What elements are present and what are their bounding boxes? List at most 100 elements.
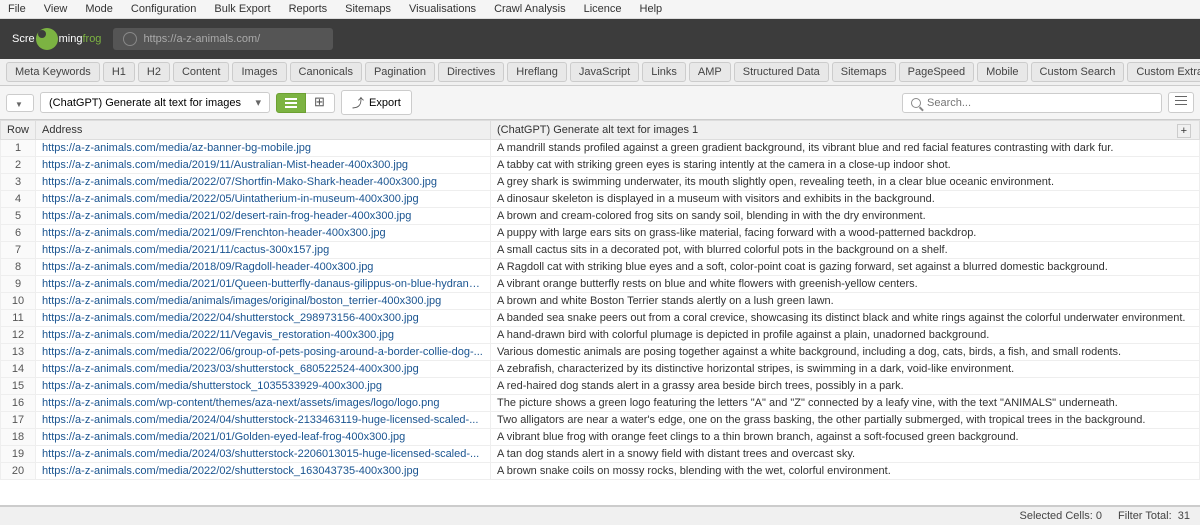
cell-address[interactable]: https://a-z-animals.com/media/2018/09/Ra… <box>36 259 491 276</box>
cell-address[interactable]: https://a-z-animals.com/media/2022/07/Sh… <box>36 174 491 191</box>
cell-alt[interactable]: A tan dog stands alert in a snowy field … <box>491 446 1200 463</box>
table-row[interactable]: 7https://a-z-animals.com/media/2021/11/c… <box>1 242 1200 259</box>
filter-button[interactable] <box>6 94 34 112</box>
table-row[interactable]: 1https://a-z-animals.com/media/az-banner… <box>1 140 1200 157</box>
table-row[interactable]: 16https://a-z-animals.com/wp-content/the… <box>1 395 1200 412</box>
cell-address[interactable]: https://a-z-animals.com/media/2019/11/Au… <box>36 157 491 174</box>
tab-javascript[interactable]: JavaScript <box>570 62 639 82</box>
cell-address[interactable]: https://a-z-animals.com/media/2022/04/sh… <box>36 310 491 327</box>
cell-address[interactable]: https://a-z-animals.com/media/az-banner-… <box>36 140 491 157</box>
table-row[interactable]: 4https://a-z-animals.com/media/2022/05/U… <box>1 191 1200 208</box>
cell-alt[interactable]: A puppy with large ears sits on grass-li… <box>491 225 1200 242</box>
table-row[interactable]: 17https://a-z-animals.com/media/2024/04/… <box>1 412 1200 429</box>
col-address[interactable]: Address <box>36 121 491 140</box>
cell-address[interactable]: https://a-z-animals.com/media/2021/01/Qu… <box>36 276 491 293</box>
tab-pagespeed[interactable]: PageSpeed <box>899 62 975 82</box>
col-row[interactable]: Row <box>1 121 36 140</box>
tab-structured-data[interactable]: Structured Data <box>734 62 829 82</box>
tab-hreflang[interactable]: Hreflang <box>507 62 567 82</box>
cell-address[interactable]: https://a-z-animals.com/media/2022/11/Ve… <box>36 327 491 344</box>
cell-address[interactable]: https://a-z-animals.com/media/2021/11/ca… <box>36 242 491 259</box>
table-row[interactable]: 2https://a-z-animals.com/media/2019/11/A… <box>1 157 1200 174</box>
table-row[interactable]: 6https://a-z-animals.com/media/2021/09/F… <box>1 225 1200 242</box>
tab-h2[interactable]: H2 <box>138 62 170 82</box>
table-container[interactable]: Row Address (ChatGPT) Generate alt text … <box>0 120 1200 506</box>
list-view-button[interactable] <box>276 93 306 113</box>
cell-address[interactable]: https://a-z-animals.com/media/2021/01/Go… <box>36 429 491 446</box>
cell-alt[interactable]: Two alligators are near a water's edge, … <box>491 412 1200 429</box>
cell-address[interactable]: https://a-z-animals.com/media/animals/im… <box>36 293 491 310</box>
cell-alt[interactable]: A brown snake coils on mossy rocks, blen… <box>491 463 1200 480</box>
cell-address[interactable]: https://a-z-animals.com/media/2022/05/Ui… <box>36 191 491 208</box>
tab-sitemaps[interactable]: Sitemaps <box>832 62 896 82</box>
table-row[interactable]: 12https://a-z-animals.com/media/2022/11/… <box>1 327 1200 344</box>
menu-mode[interactable]: Mode <box>85 3 113 15</box>
cell-alt[interactable]: The picture shows a green logo featuring… <box>491 395 1200 412</box>
cell-alt[interactable]: A vibrant blue frog with orange feet cli… <box>491 429 1200 446</box>
cell-alt[interactable]: A mandrill stands profiled against a gre… <box>491 140 1200 157</box>
cell-alt[interactable]: A red-haired dog stands alert in a grass… <box>491 378 1200 395</box>
table-row[interactable]: 8https://a-z-animals.com/media/2018/09/R… <box>1 259 1200 276</box>
search-input[interactable] <box>927 97 1153 109</box>
cell-alt[interactable]: A vibrant orange butterfly rests on blue… <box>491 276 1200 293</box>
table-row[interactable]: 15https://a-z-animals.com/media/shutters… <box>1 378 1200 395</box>
search-settings-button[interactable] <box>1168 92 1194 113</box>
cell-address[interactable]: https://a-z-animals.com/media/2022/02/sh… <box>36 463 491 480</box>
add-column-button[interactable]: + <box>1177 124 1191 138</box>
tab-canonicals[interactable]: Canonicals <box>290 62 362 82</box>
url-bar[interactable]: https://a-z-animals.com/ <box>113 28 333 50</box>
table-row[interactable]: 13https://a-z-animals.com/media/2022/06/… <box>1 344 1200 361</box>
search-box[interactable] <box>902 93 1162 113</box>
table-row[interactable]: 10https://a-z-animals.com/media/animals/… <box>1 293 1200 310</box>
tab-images[interactable]: Images <box>232 62 286 82</box>
cell-address[interactable]: https://a-z-animals.com/media/2023/03/sh… <box>36 361 491 378</box>
menu-sitemaps[interactable]: Sitemaps <box>345 3 391 15</box>
cell-alt[interactable]: Various domestic animals are posing toge… <box>491 344 1200 361</box>
tab-links[interactable]: Links <box>642 62 686 82</box>
cell-address[interactable]: https://a-z-animals.com/wp-content/theme… <box>36 395 491 412</box>
tab-meta-keywords[interactable]: Meta Keywords <box>6 62 100 82</box>
menu-crawl-analysis[interactable]: Crawl Analysis <box>494 3 566 15</box>
tree-view-button[interactable] <box>306 93 335 113</box>
tab-pagination[interactable]: Pagination <box>365 62 435 82</box>
menu-bulk-export[interactable]: Bulk Export <box>214 3 270 15</box>
cell-alt[interactable]: A tabby cat with striking green eyes is … <box>491 157 1200 174</box>
cell-address[interactable]: https://a-z-animals.com/media/shuttersto… <box>36 378 491 395</box>
cell-alt[interactable]: A grey shark is swimming underwater, its… <box>491 174 1200 191</box>
table-row[interactable]: 11https://a-z-animals.com/media/2022/04/… <box>1 310 1200 327</box>
cell-alt[interactable]: A Ragdoll cat with striking blue eyes an… <box>491 259 1200 276</box>
cell-address[interactable]: https://a-z-animals.com/media/2022/06/gr… <box>36 344 491 361</box>
cell-alt[interactable]: A brown and white Boston Terrier stands … <box>491 293 1200 310</box>
table-row[interactable]: 19https://a-z-animals.com/media/2024/03/… <box>1 446 1200 463</box>
cell-address[interactable]: https://a-z-animals.com/media/2024/03/sh… <box>36 446 491 463</box>
menu-reports[interactable]: Reports <box>289 3 328 15</box>
tab-amp[interactable]: AMP <box>689 62 731 82</box>
table-row[interactable]: 9https://a-z-animals.com/media/2021/01/Q… <box>1 276 1200 293</box>
cell-address[interactable]: https://a-z-animals.com/media/2021/09/Fr… <box>36 225 491 242</box>
menu-file[interactable]: File <box>8 3 26 15</box>
menu-configuration[interactable]: Configuration <box>131 3 196 15</box>
tab-content[interactable]: Content <box>173 62 230 82</box>
menu-visualisations[interactable]: Visualisations <box>409 3 476 15</box>
cell-address[interactable]: https://a-z-animals.com/media/2024/04/sh… <box>36 412 491 429</box>
cell-address[interactable]: https://a-z-animals.com/media/2021/02/de… <box>36 208 491 225</box>
export-button[interactable]: Export <box>341 90 412 115</box>
tab-custom-extraction[interactable]: Custom Extraction <box>1127 62 1200 82</box>
menu-help[interactable]: Help <box>640 3 663 15</box>
table-row[interactable]: 18https://a-z-animals.com/media/2021/01/… <box>1 429 1200 446</box>
menu-view[interactable]: View <box>44 3 68 15</box>
col-alt[interactable]: (ChatGPT) Generate alt text for images 1… <box>491 121 1200 140</box>
cell-alt[interactable]: A zebrafish, characterized by its distin… <box>491 361 1200 378</box>
cell-alt[interactable]: A hand-drawn bird with colorful plumage … <box>491 327 1200 344</box>
table-row[interactable]: 14https://a-z-animals.com/media/2023/03/… <box>1 361 1200 378</box>
tab-mobile[interactable]: Mobile <box>977 62 1027 82</box>
cell-alt[interactable]: A small cactus sits in a decorated pot, … <box>491 242 1200 259</box>
tab-custom-search[interactable]: Custom Search <box>1031 62 1125 82</box>
table-row[interactable]: 3https://a-z-animals.com/media/2022/07/S… <box>1 174 1200 191</box>
filter-combo[interactable]: (ChatGPT) Generate alt text for images <box>40 92 270 113</box>
cell-alt[interactable]: A dinosaur skeleton is displayed in a mu… <box>491 191 1200 208</box>
tab-directives[interactable]: Directives <box>438 62 504 82</box>
cell-alt[interactable]: A banded sea snake peers out from a cora… <box>491 310 1200 327</box>
menu-licence[interactable]: Licence <box>584 3 622 15</box>
cell-alt[interactable]: A brown and cream-colored frog sits on s… <box>491 208 1200 225</box>
